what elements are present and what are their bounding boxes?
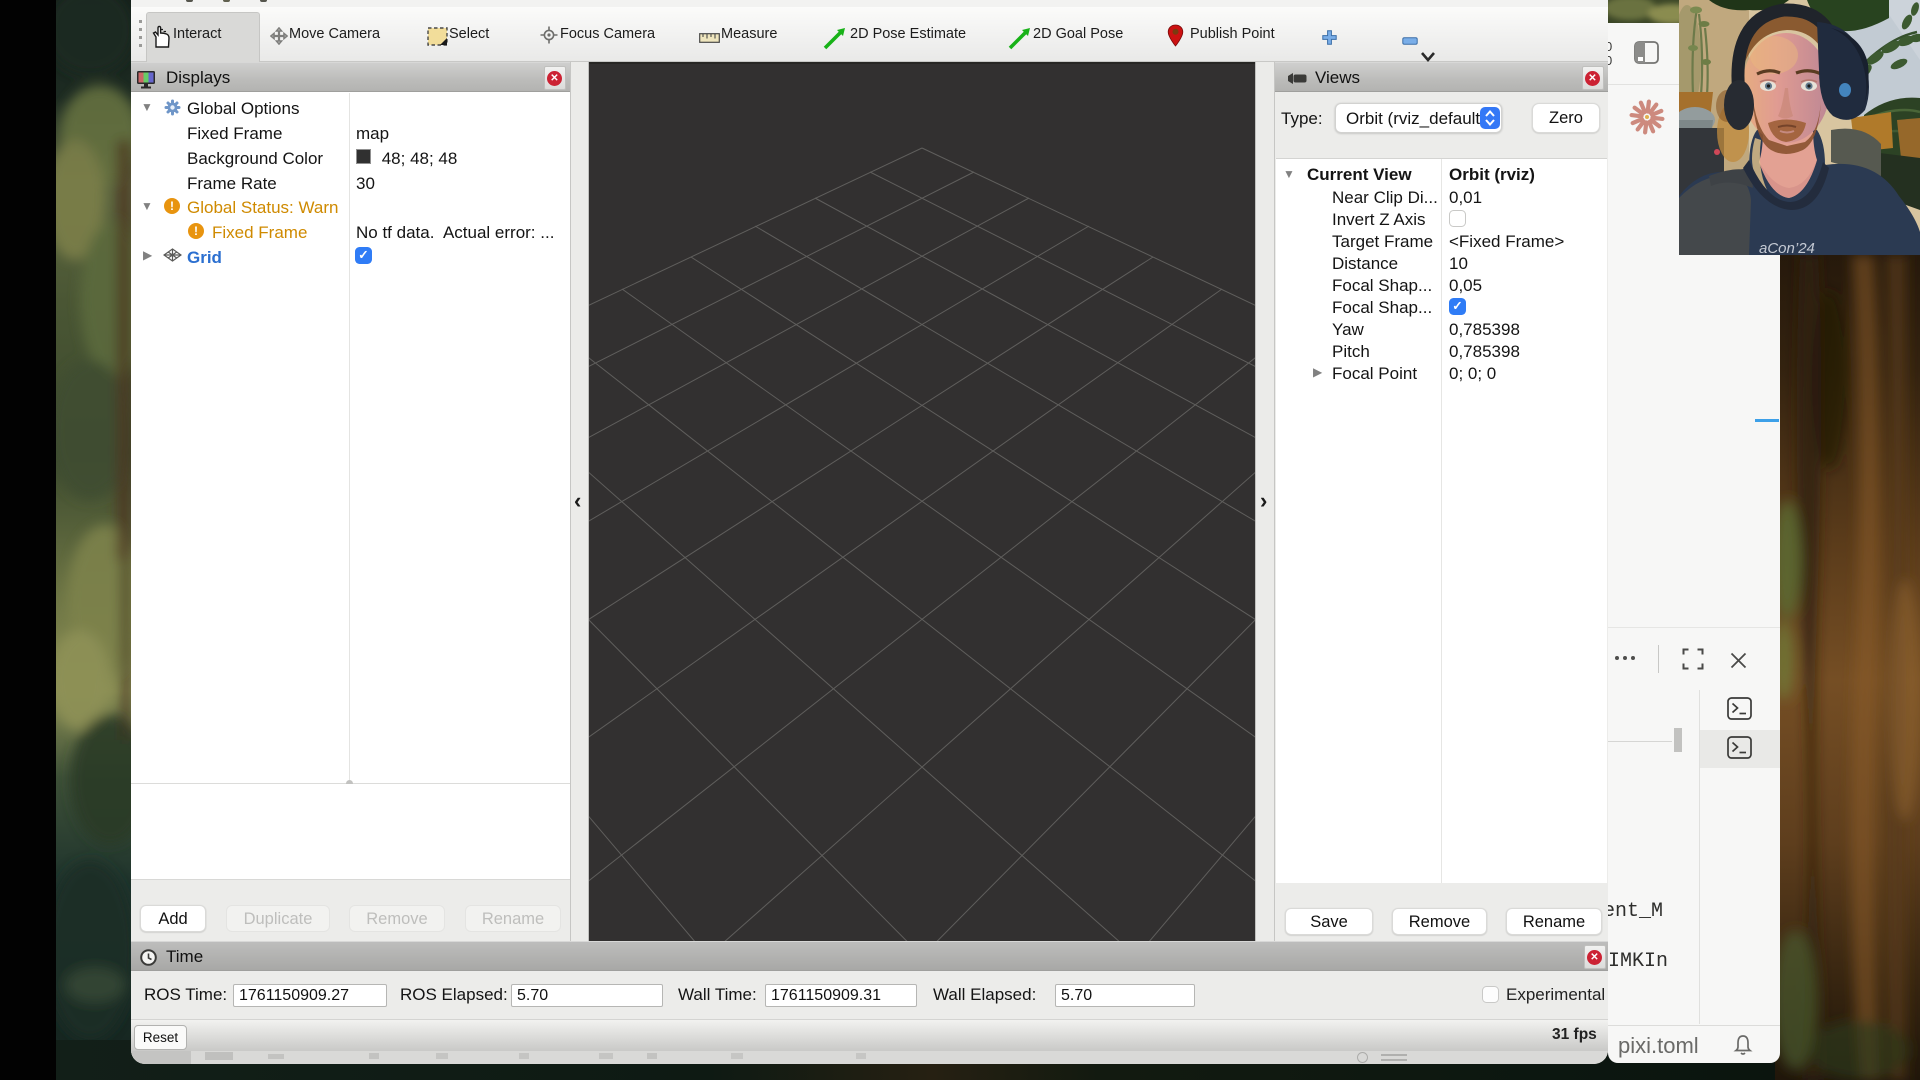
svg-text:aCon’24: aCon’24 bbox=[1759, 240, 1815, 255]
